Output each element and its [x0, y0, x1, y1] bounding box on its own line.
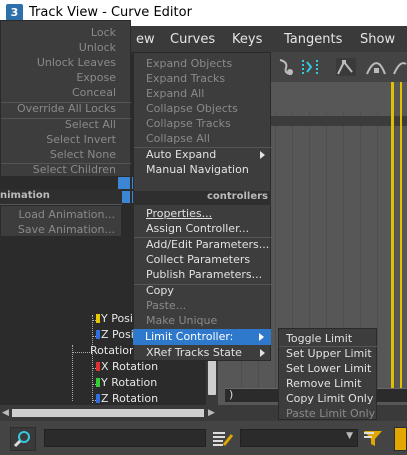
status-bar: ▼: [0, 421, 407, 455]
track-color-swatch: [96, 378, 100, 387]
menu-item-limit-controller[interactable]: Limit Controller:: [145, 330, 233, 343]
section-title: nimation: [0, 190, 50, 201]
menu-item-collect-parameters[interactable]: Collect Parameters: [146, 252, 250, 267]
menu-item-properties[interactable]: Properties...: [146, 206, 212, 221]
menu-item-select-invert[interactable]: Select Invert: [46, 132, 116, 147]
menu-show[interactable]: Show: [360, 32, 395, 47]
menu-item-publish-parameters[interactable]: Publish Parameters...: [146, 267, 262, 282]
menu-item-set-lower-limit[interactable]: Set Lower Limit: [286, 361, 371, 376]
track-color-swatch: [96, 330, 100, 339]
menu-item-collapse-tracks[interactable]: Collapse Tracks: [146, 116, 231, 131]
menu-grip: [118, 177, 130, 189]
menu-item-expand-all[interactable]: Expand All: [146, 86, 204, 101]
menu-item-select-children[interactable]: Select Children: [33, 162, 116, 177]
menu-item-collapse-objects[interactable]: Collapse Objects: [146, 101, 238, 116]
selection-dropdown[interactable]: ▼: [240, 429, 358, 447]
menu-item-select-none[interactable]: Select None: [50, 147, 116, 162]
tree-row[interactable]: Z Posit: [96, 328, 138, 344]
menu-item-collapse-all[interactable]: Collapse All: [146, 131, 210, 146]
filter-icon: [364, 431, 382, 446]
menu-item-unlock[interactable]: Unlock: [79, 40, 116, 55]
menu-item-auto-expand[interactable]: Auto Expand: [146, 147, 216, 162]
menu-item-add-edit-parameters[interactable]: Add/Edit Parameters...: [146, 237, 269, 252]
menu-item-xref-tracks-state[interactable]: XRef Tracks State: [146, 345, 242, 360]
interpolation-icon[interactable]: [298, 56, 322, 78]
tree-row[interactable]: Y Posit: [96, 312, 137, 328]
chevron-down-icon: ▼: [346, 431, 353, 441]
filter-button[interactable]: [362, 427, 388, 451]
menu-item-unlock-leaves[interactable]: Unlock Leaves: [37, 55, 116, 70]
search-icon: [13, 431, 30, 448]
menu-item-expand-objects[interactable]: Expand Objects: [146, 56, 232, 71]
window-title: Track View - Curve Editor: [29, 5, 192, 20]
curve-line: [400, 82, 402, 402]
tree-row-label: Rotation: [90, 344, 137, 357]
tree-row-label: Y Posit: [101, 312, 138, 325]
menu-item-paste[interactable]: Paste...: [146, 298, 186, 313]
menu-item-select-all[interactable]: Select All: [65, 117, 116, 132]
menu-item-copy[interactable]: Copy: [146, 283, 174, 298]
menu-item-expand-tracks[interactable]: Expand Tracks: [146, 71, 225, 86]
menu-item-conceal[interactable]: Conceal: [72, 85, 116, 100]
edit-list-button[interactable]: [210, 427, 236, 451]
scroll-right-icon[interactable]: ▶: [208, 408, 215, 418]
filter-active-button[interactable]: [394, 427, 407, 451]
track-color-swatch: [96, 394, 100, 403]
track-color-swatch: [96, 314, 100, 323]
limit-controller-submenu: Toggle Limit Set Upper Limit Set Lower L…: [278, 328, 377, 420]
curve-line: [391, 82, 394, 402]
app-icon: 3: [6, 4, 23, 21]
status-field[interactable]: [44, 429, 206, 447]
animation-section-header: nimation: [0, 189, 122, 205]
menu-item-override-all-locks[interactable]: Override All Locks: [17, 101, 116, 116]
tree-connector: [72, 352, 90, 353]
track-color-swatch: [96, 362, 100, 371]
tree-row-label: X Rotation: [101, 360, 159, 373]
submenu-arrow-icon: [259, 333, 264, 341]
animation-menu: Load Animation... Save Animation...: [0, 205, 122, 237]
menu-item-assign-controller[interactable]: Assign Controller...: [146, 221, 249, 236]
menu-keys[interactable]: Keys: [232, 32, 262, 47]
menu-item-expose[interactable]: Expose: [76, 70, 116, 85]
controllers-section-header: controllers: [133, 191, 271, 205]
menu-item-remove-limit[interactable]: Remove Limit: [286, 376, 361, 391]
frame-label: ): [229, 388, 234, 401]
menu-tangents[interactable]: Tangents: [284, 32, 342, 47]
menu-curves[interactable]: Curves: [170, 32, 215, 47]
tangent-fast-icon[interactable]: [364, 56, 388, 78]
tree-row-label: Z Rotation: [101, 392, 159, 405]
menu-item-limit-controller-highlight[interactable]: Limit Controller:: [133, 329, 271, 345]
scrollbar-thumb[interactable]: [12, 409, 204, 417]
menu-view-partial[interactable]: ew: [136, 32, 155, 47]
section-title: controllers: [206, 191, 268, 202]
submenu-arrow-icon: [260, 349, 265, 357]
menu-item-set-upper-limit[interactable]: Set Upper Limit: [286, 346, 372, 361]
menu-item-save-animation[interactable]: Save Animation...: [18, 222, 115, 237]
tree-row-label: Y Rotation: [101, 376, 158, 389]
menu-item-lock[interactable]: Lock: [91, 25, 116, 40]
edit-list-icon: [213, 432, 234, 446]
tree-row[interactable]: Rotation: [90, 344, 136, 360]
menu-item-make-unique[interactable]: Make Unique: [146, 313, 217, 328]
scroll-left-icon[interactable]: ◀: [2, 408, 9, 418]
tree-row[interactable]: X Rotation: [96, 360, 158, 376]
tree-connector: [72, 345, 73, 401]
menu-item-toggle-limit[interactable]: Toggle Limit: [286, 331, 352, 346]
tangent-step-icon[interactable]: [334, 56, 358, 78]
ease-curve-icon[interactable]: [274, 56, 298, 78]
menu-item-load-animation[interactable]: Load Animation...: [19, 207, 115, 222]
tangent-slow-icon[interactable]: [392, 56, 407, 78]
menu-item-manual-navigation[interactable]: Manual Navigation: [146, 162, 249, 177]
menu-item-paste-limit-only[interactable]: Paste Limit Only: [286, 406, 375, 421]
submenu-arrow-icon: [260, 151, 265, 159]
tree-row[interactable]: Y Rotation: [96, 376, 157, 392]
zoom-search-button[interactable]: [10, 427, 36, 451]
lock-menu: Lock Unlock Unlock Leaves Expose Conceal…: [0, 20, 131, 177]
menu-item-copy-limit-only[interactable]: Copy Limit Only: [286, 391, 373, 406]
